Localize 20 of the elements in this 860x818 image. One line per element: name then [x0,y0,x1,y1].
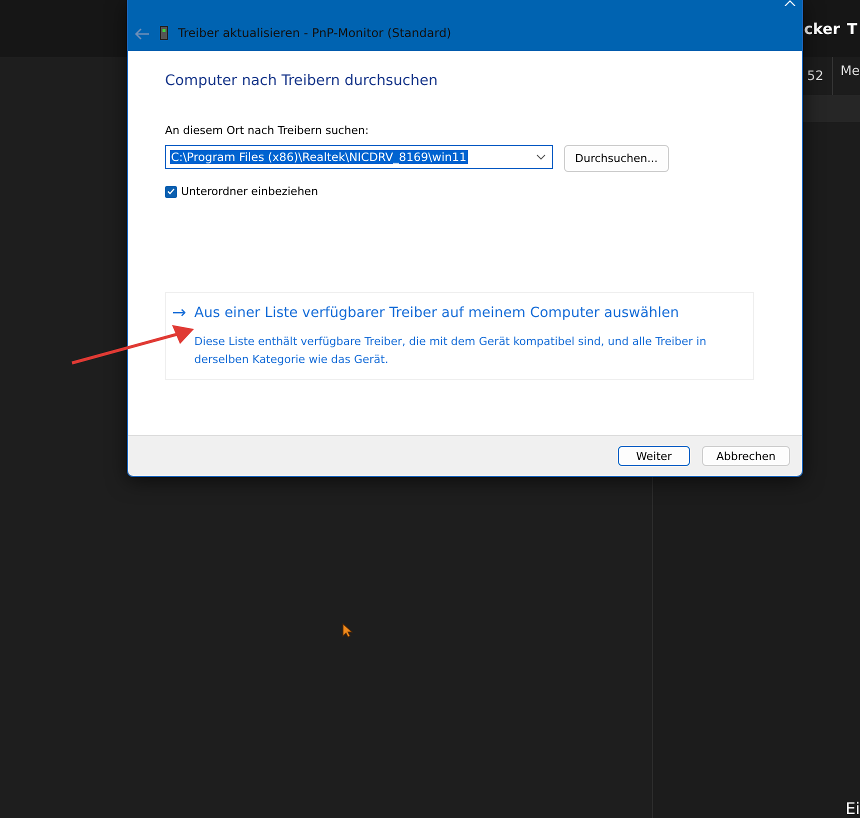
option-link-card[interactable]: → Aus einer Liste verfügbarer Treiber auf meinem Computer auswählen Diese Liste enthält verfügbare Treiber, die mit dem Gerät kompatibel sind, und alle Treiber in derselben Kategorie wie das Gerät. [165,292,754,380]
thumbnail[interactable]: Ei [845,799,860,818]
browse-button[interactable]: Durchsuchen... [564,145,669,172]
monitor-device-icon [160,26,168,40]
app-title-text: T [847,20,858,38]
checkbox-label[interactable]: Unterordner einbeziehen [181,185,318,198]
arrow-icon: → [172,303,186,323]
app-title-text: cker [804,20,840,38]
page-heading: Computer nach Treibern durchsuchen [165,73,439,89]
next-button[interactable]: Weiter [618,446,690,466]
option-description: Diese Liste enthält verfügbare Treiber, die mit dem Gerät kompatibel sind, und alle Treiber in derselben Kategorie wie das Gerät. [194,334,708,368]
cancel-button[interactable]: Abbrechen [702,446,790,466]
mouse-pointer-icon [342,623,353,638]
chevron-icon[interactable] [784,0,796,6]
tab[interactable]: 52 [807,68,824,84]
path-combo-box[interactable]: C:\Program Files (x86)\Realtek\NICDRV_8169\win11 [165,145,553,169]
option-title[interactable]: Aus einer Liste verfügbarer Treiber auf meinem Computer auswählen [194,303,745,323]
checkbox[interactable] [165,186,177,198]
window-title: Treiber aktualisieren - PnP-Monitor (Standard) [178,26,452,40]
field-label: An diesem Ort nach Treibern suchen: [165,124,370,137]
